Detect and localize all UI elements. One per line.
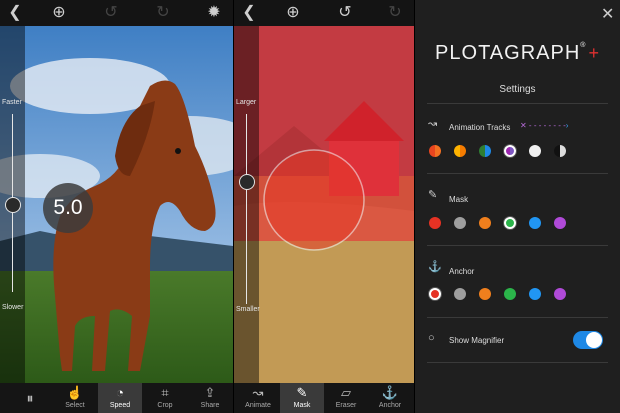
brush-icon: ✎: [296, 385, 308, 400]
mask-screen: ❮ ⊕ ↺ ↻ Larger Smaller ↝ Animate ✎ Mask …: [234, 0, 414, 413]
track-swatch[interactable]: [554, 145, 566, 157]
redo-icon[interactable]: ↻: [152, 3, 174, 23]
slider-min-label: Slower: [2, 304, 24, 311]
mask-color-swatch[interactable]: [554, 217, 566, 229]
toggle-thumb: [586, 332, 602, 348]
tool-mask[interactable]: ✎ Mask: [280, 383, 324, 413]
divider: [427, 245, 608, 246]
anchor-icon: ⚓: [381, 385, 399, 400]
settings-title: Settings: [499, 84, 536, 95]
tool-speed[interactable]: ◔ Speed: [98, 383, 142, 413]
speed-value-badge: 5.0: [43, 183, 93, 233]
mask-color-swatch[interactable]: [454, 217, 466, 229]
tool-speed-label: Speed: [109, 402, 131, 409]
bottom-toolbar: ↝ Animate ✎ Mask ▱ Eraser ⚓ Anchor: [234, 383, 414, 413]
divider: [427, 317, 608, 318]
undo-icon[interactable]: ↺: [100, 3, 122, 23]
show-magnifier-label: Show Magnifier: [449, 336, 505, 345]
bottom-toolbar: ⏸ ☝ Select ◔ Speed ⌗ Crop ⇪ Share: [0, 383, 233, 413]
pause-button[interactable]: ⏸: [10, 383, 50, 413]
tool-crop-label: Crop: [157, 402, 173, 409]
eraser-icon: ▱: [341, 385, 351, 400]
crop-icon: ⌗: [161, 385, 169, 400]
slider-max-label: Faster: [2, 99, 22, 106]
anchor-color-swatch[interactable]: [554, 288, 566, 300]
tool-anchor[interactable]: ⚓ Anchor: [368, 383, 412, 413]
animate-icon: ↝: [252, 385, 264, 400]
speed-screen: ❮ ⊕ ↺ ↻ ✹ Faster Slower 5.0 ⏸ ☝ Select ◔…: [0, 0, 233, 413]
animation-tracks-label: Animation Tracks: [449, 123, 511, 132]
brush-icon: ✎: [428, 189, 438, 201]
anchor-color-swatch[interactable]: [529, 288, 541, 300]
track-swatch[interactable]: [529, 145, 541, 157]
track-swatch[interactable]: [429, 145, 441, 157]
add-icon[interactable]: ⊕: [48, 3, 70, 23]
undo-icon[interactable]: ↺: [334, 3, 356, 23]
mask-color-swatch[interactable]: [504, 217, 516, 229]
back-icon[interactable]: ❮: [4, 3, 26, 23]
mask-color-swatch[interactable]: [429, 217, 441, 229]
gear-icon[interactable]: ✹: [203, 3, 225, 23]
app-screens: ❮ ⊕ ↺ ↻ ✹ Faster Slower 5.0 ⏸ ☝ Select ◔…: [0, 0, 620, 413]
tool-select[interactable]: ☝ Select: [53, 383, 97, 413]
anchor-color-swatch[interactable]: [504, 288, 516, 300]
mask-color-swatch[interactable]: [529, 217, 541, 229]
tool-crop[interactable]: ⌗ Crop: [143, 383, 187, 413]
anchor-color-swatch[interactable]: [479, 288, 491, 300]
brush-size-slider-panel: Larger Smaller: [234, 26, 260, 383]
slider-min-label: Smaller: [236, 306, 260, 313]
tool-eraser-label: Eraser: [335, 402, 357, 409]
logo-plus: +: [588, 43, 600, 63]
redo-icon[interactable]: ↻: [384, 3, 406, 23]
tool-anchor-label: Anchor: [378, 402, 402, 409]
anchor-color-swatch[interactable]: [454, 288, 466, 300]
divider: [427, 173, 608, 174]
tool-share[interactable]: ⇪ Share: [188, 383, 232, 413]
track-swatch[interactable]: [504, 145, 516, 157]
tool-animate-label: Animate: [245, 402, 271, 409]
divider: [427, 103, 608, 104]
settings-screen: ✕ PLOTAGRAPH® + Settings ↝ Animation Trac…: [415, 0, 620, 413]
slider-max-label: Larger: [236, 99, 257, 106]
brush-size-slider-track[interactable]: [246, 114, 247, 304]
pause-icon: ⏸: [26, 390, 34, 406]
divider: [427, 362, 608, 363]
tool-mask-label: Mask: [293, 402, 311, 409]
tool-animate[interactable]: ↝ Animate: [236, 383, 280, 413]
animate-icon: ↝: [428, 118, 438, 130]
speed-slider-knob[interactable]: [5, 197, 21, 213]
tool-share-label: Share: [200, 402, 220, 409]
top-toolbar: ❮ ⊕ ↺ ↻ ✹: [0, 0, 233, 26]
share-icon: ⇪: [204, 385, 216, 400]
tool-select-label: Select: [65, 402, 85, 409]
top-toolbar: ❮ ⊕ ↺ ↻: [234, 0, 414, 26]
track-arrow-preview: ✕ - - - - - - - -›: [520, 121, 569, 130]
barn-photo[interactable]: [234, 26, 414, 383]
logo-registered-mark: ®: [580, 42, 587, 49]
plotagraph-logo: PLOTAGRAPH® +: [415, 42, 620, 65]
hand-icon: ☝: [66, 385, 84, 400]
show-magnifier-toggle[interactable]: [573, 331, 603, 349]
logo-text: PLOTAGRAPH: [435, 42, 581, 64]
mask-color-swatch[interactable]: [479, 217, 491, 229]
back-icon[interactable]: ❮: [238, 3, 260, 23]
add-icon[interactable]: ⊕: [282, 3, 304, 23]
horse-photo[interactable]: [0, 26, 233, 383]
anchor-icon: ⚓: [428, 261, 442, 273]
speedometer-icon: ◔: [116, 385, 124, 400]
track-swatch[interactable]: [454, 145, 466, 157]
anchor-color-swatch[interactable]: [429, 288, 441, 300]
magnifier-icon: ○: [428, 332, 435, 344]
brush-size-slider-knob[interactable]: [239, 174, 255, 190]
tool-eraser[interactable]: ▱ Eraser: [324, 383, 368, 413]
close-icon[interactable]: ✕: [601, 4, 614, 24]
anchor-label: Anchor: [449, 267, 475, 276]
track-swatch[interactable]: [479, 145, 491, 157]
mask-label: Mask: [449, 195, 469, 204]
speed-slider-panel: Faster Slower: [0, 26, 25, 383]
